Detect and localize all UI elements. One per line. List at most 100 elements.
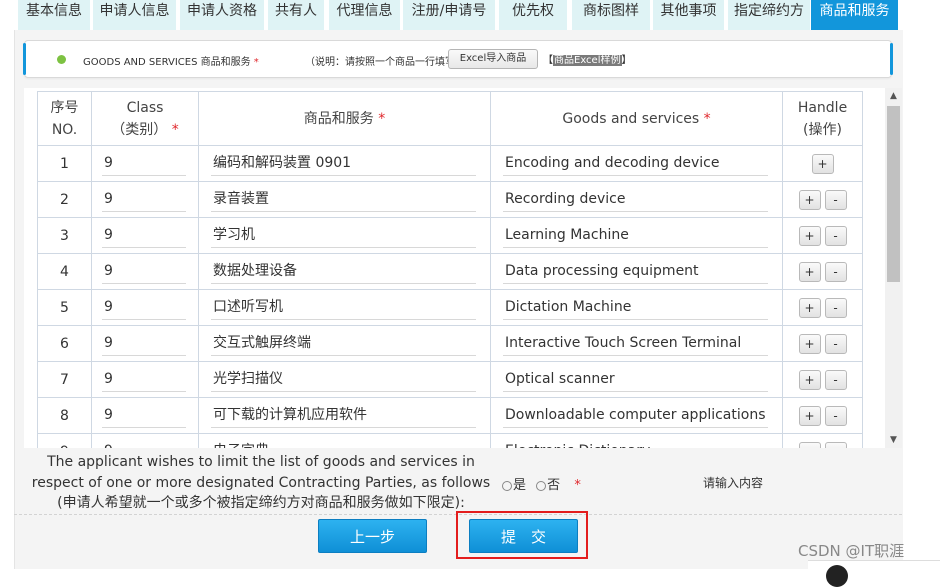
row-handle: +-	[782, 361, 863, 398]
goods-cn-input[interactable]: 学习机	[211, 223, 476, 248]
add-row-button[interactable]: +	[798, 189, 821, 210]
section-note: （说明：请按照一个商品一行填写）	[305, 57, 465, 68]
goods-cn-input[interactable]: 光学扫描仪	[211, 367, 476, 392]
goods-en-input[interactable]: Data processing equipment	[503, 259, 768, 284]
tab-applicant-qualification[interactable]: 申请人资格	[180, 0, 264, 30]
add-row-button[interactable]: +	[798, 405, 821, 426]
header-goods-cn: 商品和服务 *	[198, 91, 491, 146]
remove-row-button[interactable]: -	[824, 369, 847, 390]
sample-excel-link[interactable]: 【商品Excel样例】	[543, 51, 632, 66]
goods-en-cell: Interactive Touch Screen Terminal	[490, 325, 783, 362]
row-handle: +-	[782, 217, 863, 254]
scroll-up-icon[interactable]: ▲	[885, 88, 902, 104]
remove-row-button[interactable]: -	[824, 441, 847, 448]
remove-row-button[interactable]: -	[824, 225, 847, 246]
class-input[interactable]: 9	[102, 295, 186, 320]
tab-applicant-info[interactable]: 申请人信息	[93, 0, 176, 30]
class-input[interactable]: 9	[102, 259, 186, 284]
class-input[interactable]: 9	[102, 367, 186, 392]
row-number: 8	[37, 397, 92, 434]
tab-agent-info[interactable]: 代理信息	[329, 0, 400, 30]
remove-row-button[interactable]: -	[824, 261, 847, 282]
tab-trademark-image[interactable]: 商标图样	[572, 0, 650, 30]
class-cell: 9	[91, 289, 199, 326]
goods-en-input[interactable]: Optical scanner	[503, 367, 768, 392]
sample-excel-link-text[interactable]: 商品Excel样例	[553, 55, 622, 66]
scrollbar-thumb[interactable]	[887, 106, 900, 282]
goods-en-input[interactable]: Electronic Dictionary	[503, 439, 768, 448]
goods-cn-input[interactable]: 可下载的计算机应用软件	[211, 403, 476, 428]
class-input[interactable]: 9	[102, 187, 186, 212]
class-cell: 9	[91, 397, 199, 434]
class-input[interactable]: 9	[102, 223, 186, 248]
tab-priority[interactable]: 优先权	[499, 0, 567, 30]
row-number-text: 8	[60, 407, 69, 424]
add-row-button[interactable]: +	[798, 297, 821, 318]
required-mark: *	[253, 57, 259, 68]
goods-en-cell: Dictation Machine	[490, 289, 783, 326]
goods-en-input[interactable]: Learning Machine	[503, 223, 768, 248]
class-cell: 9	[91, 253, 199, 290]
goods-cn-cell: 可下载的计算机应用软件	[198, 397, 491, 434]
goods-en-input[interactable]: Downloadable computer applications	[503, 403, 768, 428]
accent-bar	[890, 43, 893, 75]
add-row-button[interactable]: +	[798, 261, 821, 282]
row-number: 1	[37, 145, 92, 182]
goods-table: 序号 NO. Class （类别） * 商品和服务 * Goods and se…	[37, 91, 863, 448]
goods-en-cell: Learning Machine	[490, 217, 783, 254]
vertical-scrollbar[interactable]: ▲ ▼	[885, 88, 902, 448]
row-handle: +-	[782, 181, 863, 218]
header-handle: Handle (操作)	[782, 91, 863, 146]
limit-input-prompt[interactable]: 请输入内容	[703, 474, 763, 491]
row-handle: +-	[782, 397, 863, 434]
radio-no[interactable]: 否	[536, 478, 560, 493]
radio-yes[interactable]: 是	[502, 478, 526, 493]
tab-basic-info[interactable]: 基本信息	[18, 0, 90, 30]
tab-other-matters[interactable]: 其他事项	[653, 0, 724, 30]
header-goods-en: Goods and services *	[490, 91, 783, 146]
scroll-down-icon[interactable]: ▼	[885, 432, 902, 448]
goods-cn-input[interactable]: 数据处理设备	[211, 259, 476, 284]
add-row-button[interactable]: +	[798, 369, 821, 390]
goods-cn-input[interactable]: 录音装置	[211, 187, 476, 212]
goods-en-input[interactable]: Encoding and decoding device	[503, 151, 768, 176]
table-row: 3 9 学习机 Learning Machine + -	[37, 217, 863, 254]
goods-cn-input[interactable]: 交互式触屏终端	[211, 331, 476, 356]
goods-en-input[interactable]: Recording device	[503, 187, 768, 212]
add-row-button[interactable]: +	[798, 441, 821, 448]
goods-en-cell: Encoding and decoding device	[490, 145, 783, 182]
goods-en-input[interactable]: Interactive Touch Screen Terminal	[503, 331, 768, 356]
goods-cn-cell: 口述听写机	[198, 289, 491, 326]
goods-cn-input[interactable]: 编码和解码装置 0901	[211, 151, 476, 176]
limit-description: The applicant wishes to limit the list o…	[31, 454, 491, 511]
header-class: Class （类别） *	[91, 91, 199, 146]
goods-table-container: 序号 NO. Class （类别） * 商品和服务 * Goods and se…	[24, 88, 885, 448]
radio-circle-icon[interactable]	[536, 480, 547, 491]
goods-en-cell: Electronic Dictionary	[490, 433, 783, 448]
remove-row-button[interactable]: -	[824, 297, 847, 318]
tab-goods-and-services[interactable]: 商品和服务	[811, 0, 898, 30]
add-row-button[interactable]: +	[798, 333, 821, 354]
previous-step-button[interactable]: 上一步	[318, 519, 427, 553]
tab-designated-parties[interactable]: 指定缔约方	[728, 0, 810, 30]
radio-circle-icon[interactable]	[502, 480, 512, 491]
add-row-button[interactable]: +	[798, 225, 821, 246]
excel-import-button[interactable]: Excel导入商品	[448, 49, 538, 69]
goods-cn-input[interactable]: 口述听写机	[211, 295, 476, 320]
goods-cn-input[interactable]: 电子字典	[211, 439, 476, 448]
class-input[interactable]: 9	[102, 439, 186, 448]
table-row: 4 9 数据处理设备 Data processing equipment + -	[37, 253, 863, 290]
remove-row-button[interactable]: -	[824, 405, 847, 426]
add-row-button[interactable]: +	[811, 153, 834, 174]
remove-row-button[interactable]: -	[824, 189, 847, 210]
tab-registration-number[interactable]: 注册/申请号	[403, 0, 495, 30]
remove-row-button[interactable]: -	[824, 333, 847, 354]
class-input[interactable]: 9	[102, 331, 186, 356]
class-input[interactable]: 9	[102, 403, 186, 428]
tab-co-applicant[interactable]: 共有人	[268, 0, 324, 30]
class-cell: 9	[91, 217, 199, 254]
class-input[interactable]: 9	[102, 151, 186, 176]
goods-en-input[interactable]: Dictation Machine	[503, 295, 768, 320]
row-number: 5	[37, 289, 92, 326]
row-handle: +-	[782, 289, 863, 326]
